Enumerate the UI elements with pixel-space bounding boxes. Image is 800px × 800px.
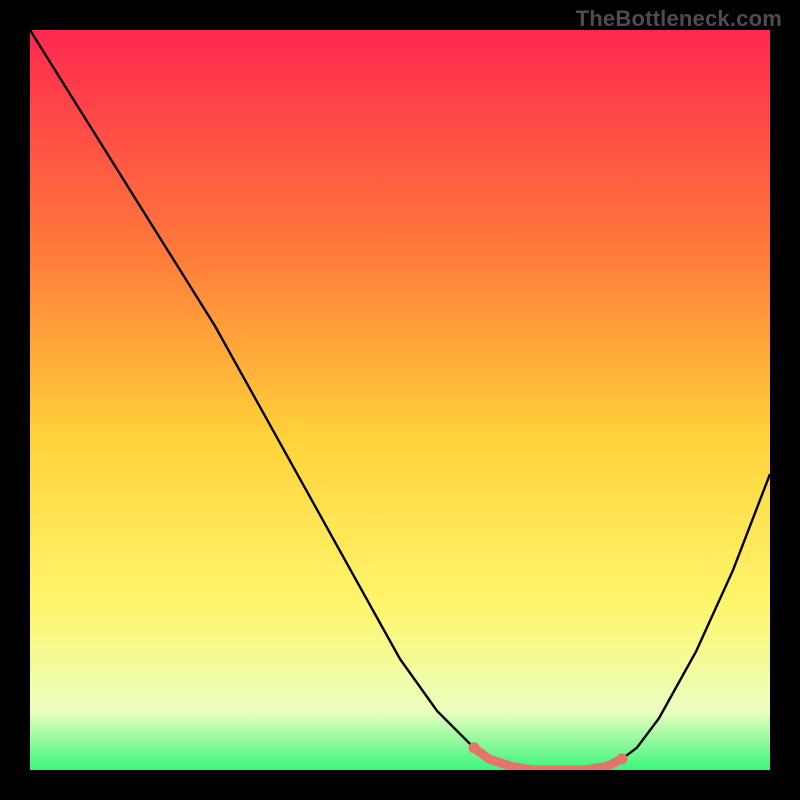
watermark-text: TheBottleneck.com (576, 6, 782, 32)
chart-svg (30, 30, 770, 770)
chart-container: TheBottleneck.com (0, 0, 800, 800)
highlight-end-dot (617, 753, 628, 764)
plot-area (30, 30, 770, 770)
highlight-start-dot (469, 742, 480, 753)
